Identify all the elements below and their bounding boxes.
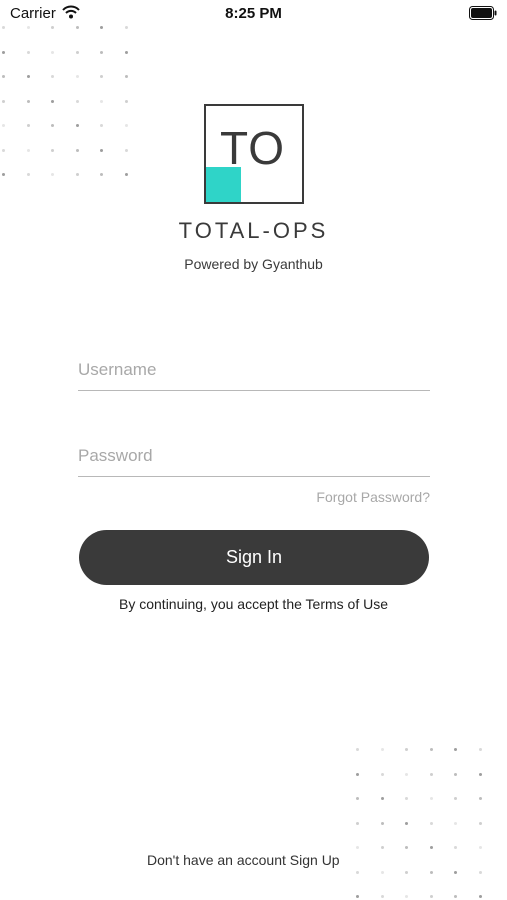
- decorative-dot: [26, 173, 30, 176]
- decorative-dot: [75, 26, 79, 29]
- decorative-dot: [454, 870, 457, 874]
- decorative-dot: [26, 50, 30, 54]
- signup-prompt: Don't have an account Sign Up: [147, 852, 340, 868]
- decorative-dot: [75, 148, 79, 152]
- decorative-dot: [2, 99, 5, 103]
- decorative-dot: [380, 895, 384, 898]
- decorative-dot: [100, 99, 103, 103]
- decorative-dot: [51, 75, 54, 78]
- brand-name: TOTAL-OPS: [178, 218, 329, 243]
- decorative-dot: [124, 99, 128, 103]
- decorative-dot: [124, 75, 128, 78]
- logo-letters: TO: [220, 122, 286, 174]
- decorative-dot: [26, 26, 30, 29]
- decorative-dot: [405, 748, 408, 751]
- decorative-dot: [75, 173, 79, 176]
- decorative-dot: [75, 75, 79, 78]
- decorative-dot: [380, 797, 384, 800]
- decorative-dot: [405, 821, 408, 825]
- decorative-dot: [380, 846, 384, 849]
- battery-icon: [469, 6, 497, 25]
- signup-prompt-text: Don't have an account: [147, 852, 286, 868]
- sign-up-link[interactable]: Sign Up: [290, 852, 340, 868]
- decorative-dot: [478, 846, 482, 849]
- username-field[interactable]: [78, 350, 430, 391]
- decorative-dot: [51, 50, 54, 54]
- decorative-dot: [124, 50, 128, 54]
- powered-by-label: Powered by Gyanthub: [184, 256, 323, 272]
- sign-in-button[interactable]: Sign In: [79, 530, 429, 585]
- decorative-dot: [478, 870, 482, 874]
- decorative-dot: [380, 748, 384, 751]
- decorative-dot: [429, 772, 433, 776]
- decorative-dot: [356, 821, 359, 825]
- decorative-dot: [75, 50, 79, 54]
- decorative-dot: [75, 99, 79, 103]
- decorative-dot: [478, 895, 482, 898]
- brand-logo: TO: [204, 104, 304, 204]
- decorative-dot: [478, 797, 482, 800]
- decorative-dot: [100, 26, 103, 29]
- decorative-dot: [124, 173, 128, 176]
- decorative-dot: [356, 895, 359, 898]
- decorative-dot: [429, 797, 433, 800]
- decorative-dot: [380, 821, 384, 825]
- decorative-dot: [478, 772, 482, 776]
- decorative-dot: [26, 148, 30, 152]
- decorative-dot: [2, 75, 5, 78]
- decorative-dot: [75, 124, 79, 127]
- decorative-dot: [100, 148, 103, 152]
- decorative-dot: [380, 772, 384, 776]
- terms-of-use-text: By continuing, you accept the Terms of U…: [119, 596, 388, 612]
- decorative-dot: [454, 748, 457, 751]
- decorative-dot: [51, 173, 54, 176]
- decorative-dot-grid-bottom: [350, 742, 507, 900]
- decorative-dot: [2, 173, 5, 176]
- decorative-dot: [26, 75, 30, 78]
- decorative-dot: [100, 50, 103, 54]
- decorative-dot: [380, 870, 384, 874]
- decorative-dot: [100, 124, 103, 127]
- decorative-dot: [124, 148, 128, 152]
- decorative-dot: [429, 821, 433, 825]
- decorative-dot: [2, 148, 5, 152]
- decorative-dot: [51, 148, 54, 152]
- decorative-dot: [100, 173, 103, 176]
- decorative-dot: [356, 772, 359, 776]
- decorative-dot: [429, 748, 433, 751]
- decorative-dot: [51, 26, 54, 29]
- decorative-dot: [454, 797, 457, 800]
- decorative-dot: [2, 124, 5, 127]
- decorative-dot: [356, 846, 359, 849]
- decorative-dot-grid-top: [0, 20, 135, 185]
- decorative-dot: [124, 124, 128, 127]
- decorative-dot: [2, 26, 5, 29]
- decorative-dot: [405, 870, 408, 874]
- decorative-dot: [356, 870, 359, 874]
- decorative-dot: [100, 75, 103, 78]
- decorative-dot: [405, 772, 408, 776]
- decorative-dot: [26, 99, 30, 103]
- decorative-dot: [26, 124, 30, 127]
- decorative-dot: [405, 797, 408, 800]
- decorative-dot: [454, 821, 457, 825]
- decorative-dot: [356, 797, 359, 800]
- decorative-dot: [405, 895, 408, 898]
- decorative-dot: [454, 895, 457, 898]
- decorative-dot: [429, 870, 433, 874]
- decorative-dot: [124, 26, 128, 29]
- forgot-password-link[interactable]: Forgot Password?: [316, 489, 430, 505]
- decorative-dot: [405, 846, 408, 849]
- decorative-dot: [454, 772, 457, 776]
- decorative-dot: [478, 748, 482, 751]
- decorative-dot: [429, 895, 433, 898]
- password-field[interactable]: [78, 436, 430, 477]
- decorative-dot: [454, 846, 457, 849]
- decorative-dot: [51, 124, 54, 127]
- decorative-dot: [478, 821, 482, 825]
- decorative-dot: [429, 846, 433, 849]
- decorative-dot: [51, 99, 54, 103]
- decorative-dot: [2, 50, 5, 54]
- decorative-dot: [356, 748, 359, 751]
